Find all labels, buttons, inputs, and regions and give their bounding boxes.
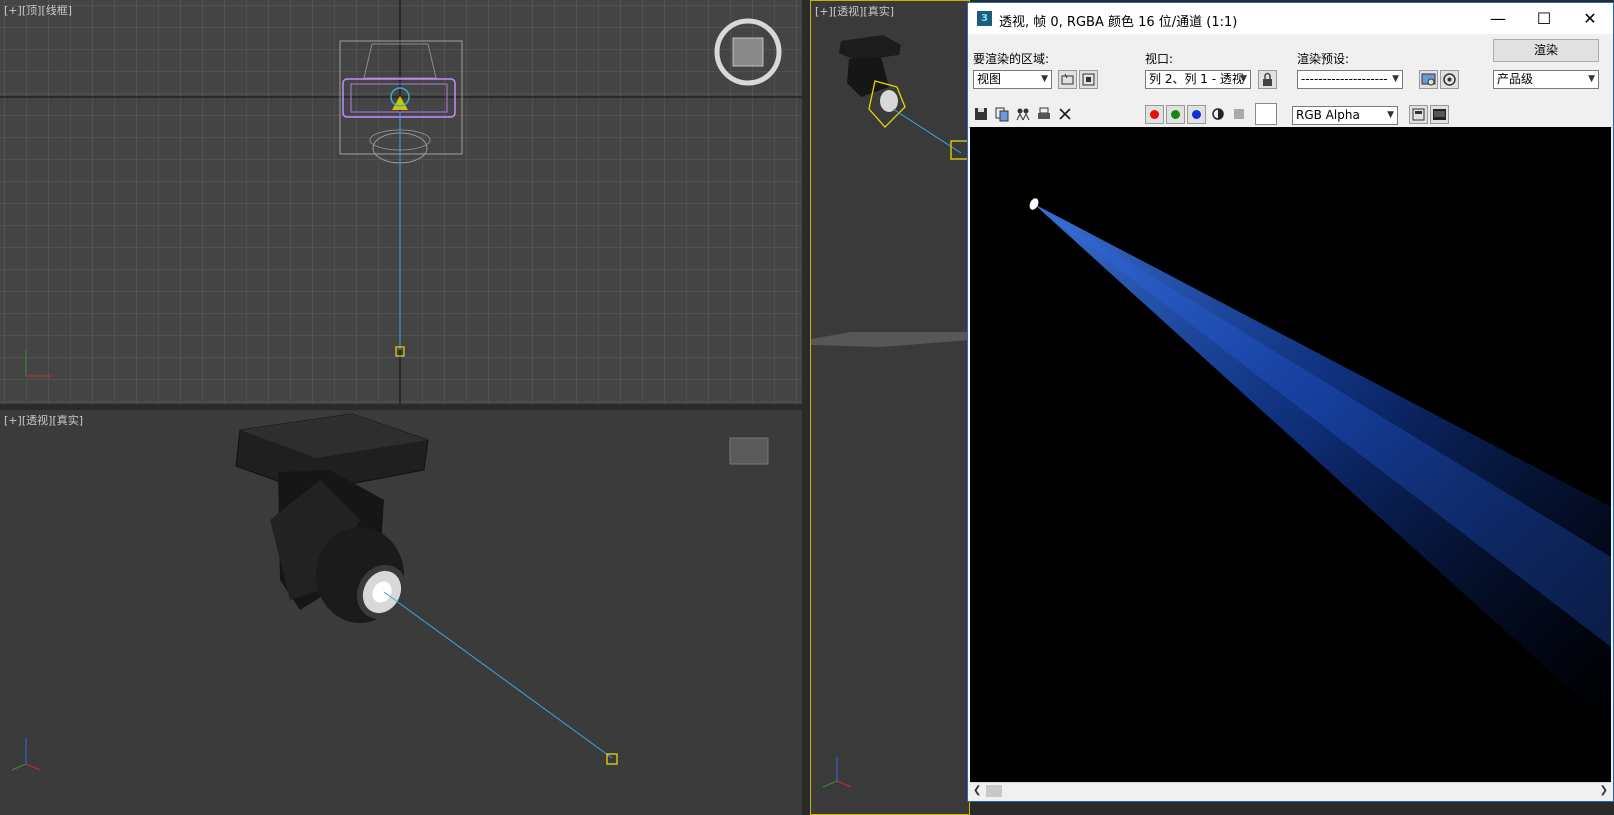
maximize-button[interactable]: ☐ <box>1521 3 1567 34</box>
environment-effects-button[interactable] <box>1440 70 1459 89</box>
print-icon[interactable] <box>1036 106 1052 122</box>
light-source-glow <box>1029 198 1039 210</box>
spotlight-fixture-model[interactable] <box>235 413 429 628</box>
viewport-plus-menu[interactable]: [+] <box>4 4 22 17</box>
area-to-render-value: 视图 <box>977 72 1002 86</box>
quality-value: 产品级 <box>1497 72 1534 86</box>
scroll-thumb[interactable] <box>986 785 1002 797</box>
channel-dropdown[interactable]: RGB Alpha ▼ <box>1292 106 1398 125</box>
environment-icon <box>1443 73 1456 86</box>
auto-region-button[interactable] <box>1079 70 1098 89</box>
channel-value: RGB Alpha <box>1296 108 1360 122</box>
fullscreen-icon <box>1433 109 1446 120</box>
clone-icon[interactable] <box>1015 106 1031 122</box>
ground-plane <box>811 332 969 347</box>
target-line <box>383 591 613 759</box>
right-viewport-label[interactable]: [+][透视][真实] <box>815 3 894 19</box>
chevron-down-icon: ▼ <box>1392 74 1399 84</box>
chevron-down-icon: ▼ <box>1240 74 1247 84</box>
viewport-label: 视口: <box>1145 52 1174 66</box>
viewport-plus-menu[interactable]: [+] <box>815 5 833 18</box>
blue-channel-icon <box>1192 110 1201 119</box>
green-channel-icon <box>1171 110 1180 119</box>
chevron-down-icon: ▼ <box>1588 74 1595 84</box>
viewport-view-menu[interactable]: [透视] <box>833 5 864 18</box>
axis-tripod <box>11 738 41 771</box>
lock-viewport-button[interactable] <box>1258 70 1277 89</box>
render-preset-label: 渲染预设: <box>1297 52 1350 66</box>
viewport-view-menu[interactable]: [顶] <box>22 4 42 17</box>
fullscreen-toggle-button[interactable] <box>1430 105 1449 124</box>
red-channel-toggle[interactable] <box>1145 105 1164 124</box>
perspective-viewport[interactable]: [+][透视][真实] <box>0 410 802 815</box>
render-preset-value: -------------------- <box>1301 72 1388 86</box>
edit-region-icon <box>1061 73 1074 85</box>
alpha-icon[interactable] <box>1231 106 1247 122</box>
viewport-value: 列 2、列 1 - 透视 <box>1149 72 1244 86</box>
blue-channel-toggle[interactable] <box>1187 105 1206 124</box>
close-button[interactable]: ✕ <box>1567 3 1613 34</box>
quality-dropdown[interactable]: 产品级 ▼ <box>1493 70 1599 89</box>
viewport-shading-menu[interactable]: [真实] <box>52 414 83 427</box>
chevron-down-icon: ▼ <box>1041 74 1048 84</box>
viewport-dropdown[interactable]: 列 2、列 1 - 透视 ▼ <box>1145 70 1251 89</box>
mono-icon[interactable] <box>1210 106 1226 122</box>
auto-region-icon <box>1082 73 1095 86</box>
right-viewport-scene <box>811 35 969 788</box>
horizontal-scrollbar[interactable]: ❮ ❯ <box>970 782 1611 800</box>
render-setup-icon <box>1421 73 1436 86</box>
scroll-left-arrow-icon[interactable]: ❮ <box>973 785 981 796</box>
render-button[interactable]: 渲染 <box>1493 39 1599 62</box>
area-to-render-dropdown[interactable]: 视图 ▼ <box>973 70 1052 89</box>
color-swatch[interactable] <box>1255 103 1277 125</box>
viewport-plus-menu[interactable]: [+] <box>4 414 22 427</box>
app-icon: 3 <box>977 11 992 26</box>
viewport-shading-menu[interactable]: [真实] <box>863 5 894 18</box>
viewcube[interactable] <box>729 437 769 465</box>
save-icon[interactable] <box>973 106 989 122</box>
render-toolbar: 要渲染的区域: 视图 ▼ 视口: 列 2、列 1 - 透视 ▼ 渲染预设: ----… <box>968 34 1613 128</box>
clear-icon[interactable] <box>1057 106 1073 122</box>
render-preset-dropdown[interactable]: -------------------- ▼ <box>1297 70 1403 89</box>
minimize-button[interactable]: — <box>1475 3 1521 34</box>
perspective-viewport-label[interactable]: [+][透视][真实] <box>4 412 83 428</box>
viewport-view-menu[interactable]: [透视] <box>22 414 53 427</box>
viewport-divider-vertical[interactable] <box>802 0 810 815</box>
rendered-spotlight-beam <box>1029 198 1611 727</box>
red-channel-icon <box>1150 110 1159 119</box>
top-viewport[interactable]: [+][顶][线框] <box>0 0 802 404</box>
axis-tripod <box>822 757 852 788</box>
scroll-right-arrow-icon[interactable]: ❯ <box>1600 785 1608 796</box>
render-canvas[interactable] <box>970 127 1611 782</box>
rendered-frame-window[interactable]: 3 透视, 帧 0, RGBA 颜色 16 位/通道 (1:1) — ☐ ✕ 要… <box>967 2 1614 802</box>
area-to-render-label: 要渲染的区域: <box>973 52 1050 66</box>
lock-icon <box>1263 72 1272 86</box>
spotlight-fixture-model[interactable] <box>839 35 906 128</box>
display-icon <box>1412 108 1425 121</box>
copy-icon[interactable] <box>994 106 1010 122</box>
active-perspective-viewport[interactable]: [+][透视][真实] <box>810 0 970 815</box>
chevron-down-icon: ▼ <box>1387 110 1394 120</box>
green-channel-toggle[interactable] <box>1166 105 1185 124</box>
top-viewport-grid <box>0 0 802 404</box>
edit-region-button[interactable] <box>1058 70 1077 89</box>
display-toggle-button[interactable] <box>1409 105 1428 124</box>
window-titlebar[interactable]: 3 透视, 帧 0, RGBA 颜色 16 位/通道 (1:1) — ☐ ✕ <box>968 3 1613 34</box>
viewport-shading-menu[interactable]: [线框] <box>41 4 72 17</box>
window-title: 透视, 帧 0, RGBA 颜色 16 位/通道 (1:1) <box>999 15 1238 30</box>
render-setup-button[interactable] <box>1419 70 1438 89</box>
top-viewport-label[interactable]: [+][顶][线框] <box>4 2 72 18</box>
perspective-scene <box>11 413 769 771</box>
